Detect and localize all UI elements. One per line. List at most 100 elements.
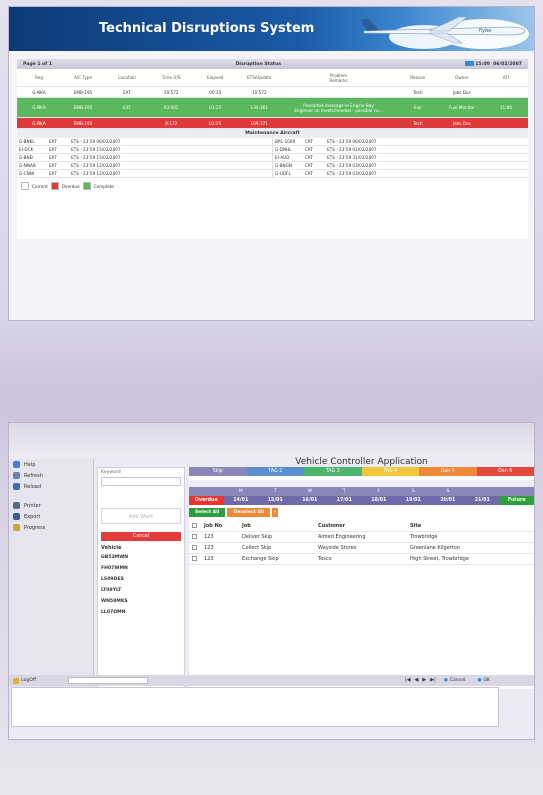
first-page-icon[interactable]: |◀ bbox=[405, 677, 411, 683]
day-button[interactable]: 21/01 bbox=[465, 496, 500, 505]
col-reason: Reason bbox=[410, 75, 426, 80]
cell: Prompted message in Engine Bay Engineer o… bbox=[281, 103, 396, 113]
maintenance-row[interactable]: G-DNHL CRT ETS - 23:59 01/02/2007 bbox=[273, 146, 528, 154]
tab-dan-5[interactable]: Dan 5 bbox=[419, 467, 477, 476]
vca-title: Vehicle Controller Application bbox=[295, 457, 428, 467]
nav-label: Progress bbox=[24, 524, 46, 531]
day-button[interactable]: 20/01 bbox=[430, 496, 465, 505]
cell: Tech bbox=[413, 89, 423, 95]
notes-box[interactable] bbox=[11, 687, 499, 727]
vehicle-item[interactable]: LS09DES bbox=[98, 575, 184, 586]
maintenance-row[interactable]: G-NNAB EXT ETS - 23:59 12/02/2007 bbox=[17, 162, 272, 170]
maintenance-row[interactable]: EI-AUD CRT ETS - 23:59 31/01/2007 bbox=[273, 154, 528, 162]
day-button[interactable]: Future bbox=[499, 496, 534, 505]
maintenance-row[interactable]: BRL 100R CRT ETS - 23:59 06/02/2007 bbox=[273, 138, 528, 146]
nav-item-help[interactable]: Help bbox=[9, 459, 93, 470]
cell: 00:35 bbox=[209, 89, 222, 95]
day-button[interactable]: 16/01 bbox=[292, 496, 327, 505]
vehicle-item[interactable]: GB53MWN bbox=[98, 553, 184, 564]
cell: 10:572 bbox=[163, 89, 179, 95]
nav-label: Refresh bbox=[24, 472, 43, 479]
job-checkbox[interactable] bbox=[192, 544, 197, 550]
job-row[interactable]: 123 Collect Skip Wayside Stores Greenlane K… bbox=[189, 543, 534, 554]
horizontal-scrollbar[interactable] bbox=[189, 480, 534, 487]
maintenance-row[interactable]: G-BNGN CRT ETS - 23:59 03/02/2007 bbox=[273, 162, 528, 170]
select-all-button[interactable]: Select All bbox=[189, 508, 226, 517]
next-page-icon[interactable]: ▶ bbox=[422, 677, 426, 683]
svg-text:flybe: flybe bbox=[479, 28, 491, 34]
tds-banner: Technical Disruptions System flybe bbox=[9, 7, 534, 51]
cancel-vehicle-button[interactable]: Cancel bbox=[101, 532, 181, 541]
tab-tag-3[interactable]: TAG 3 bbox=[304, 467, 362, 476]
col-problem: Problem Remarks bbox=[329, 72, 348, 83]
nav-item-refresh[interactable]: Refresh bbox=[9, 470, 93, 481]
job-checkbox[interactable] bbox=[192, 555, 197, 561]
maintenance-cell: CRT bbox=[305, 139, 314, 144]
day-button[interactable]: 14/01 bbox=[223, 496, 258, 505]
tab-tag-2[interactable]: TAG 2 bbox=[246, 467, 304, 476]
maintenance-cell: G-BNEI bbox=[19, 155, 34, 160]
nav-label: Printer bbox=[24, 502, 41, 509]
add-work-button[interactable]: Add Work bbox=[101, 508, 181, 524]
col-actype: A/C Type bbox=[73, 75, 93, 80]
cell: Jobs Doc bbox=[452, 89, 471, 95]
day-button[interactable]: 17/01 bbox=[327, 496, 362, 505]
legend-complete-swatch bbox=[82, 182, 91, 190]
maintenance-cell: G-DNHL bbox=[275, 147, 292, 152]
maintenance-row[interactable]: G-BNEI EXT ETS - 23:59 15/02/2007 bbox=[17, 154, 272, 162]
vehicle-item[interactable]: LL07DMN bbox=[98, 608, 184, 619]
maintenance-cell: G-BNGN bbox=[275, 163, 292, 168]
cell: EMB-195 bbox=[73, 105, 93, 110]
vehicle-item[interactable]: WN58MKS bbox=[98, 597, 184, 608]
maintenance-row[interactable]: G-CNNI EXT ETS - 23:59 12/02/2007 bbox=[17, 170, 272, 178]
ok-button[interactable]: ● OK bbox=[473, 677, 494, 683]
day-letter: T bbox=[327, 487, 362, 496]
day-letter: T bbox=[258, 487, 293, 496]
col-elapsed: Elapsed bbox=[206, 75, 224, 80]
tab-tag-4[interactable]: TAG 4 bbox=[361, 467, 419, 476]
legend-current-swatch bbox=[21, 182, 29, 190]
deselect-all-button[interactable]: Deselect All bbox=[227, 508, 271, 517]
logoff-button[interactable]: LogOff bbox=[9, 677, 40, 684]
day-button[interactable]: 15/01 bbox=[258, 496, 293, 505]
vehicle-item[interactable]: FH07WMN bbox=[98, 564, 184, 575]
disruption-row[interactable]: G-NKA EMB-195 EXT 03:002 01:25 134:361 Prompte… bbox=[17, 98, 528, 118]
maintenance-row[interactable]: G-UDFL CRT ETS - 23:59 03/02/2007 bbox=[273, 170, 528, 178]
vehicle-item[interactable]: LT08YLT bbox=[98, 586, 184, 597]
keyword-input[interactable] bbox=[101, 477, 181, 486]
vehicle-header: Vehicle bbox=[101, 545, 122, 551]
select-all-checkbox[interactable] bbox=[192, 522, 197, 528]
maintenance-cell: ETS - 23:59 03/02/2007 bbox=[327, 163, 377, 168]
day-letter bbox=[189, 487, 224, 496]
table-header-row: Reg A/C Type Location Time U/S Elapsed E… bbox=[17, 69, 528, 87]
job-row[interactable]: 123 Exchange Skip Tesco High Street, Trowbr… bbox=[189, 554, 534, 565]
job-row[interactable]: 123 Deliver Skip Aimed Engineering Trowbrid… bbox=[189, 532, 534, 543]
nav-item-progress[interactable]: Progress bbox=[9, 522, 93, 533]
cancel-button[interactable]: ● Cancel bbox=[440, 677, 470, 683]
prev-page-icon[interactable]: ◀ bbox=[415, 677, 419, 683]
day-button[interactable]: Overdue bbox=[189, 496, 224, 505]
day-button[interactable]: 19/01 bbox=[396, 496, 431, 505]
tab-dan-6[interactable]: Dan 6 bbox=[476, 467, 534, 476]
disruption-sheet: Page 1 of 1 Disruption Status 15:00 06/0… bbox=[17, 59, 528, 239]
nav-item-printer[interactable]: Printer bbox=[9, 500, 93, 511]
key-icon bbox=[13, 677, 19, 684]
last-page-icon[interactable]: ▶| bbox=[430, 677, 436, 683]
minus-icon[interactable]: - bbox=[272, 508, 278, 517]
maintenance-row[interactable]: EI-DCK EXT ETS - 23:59 15/02/2007 bbox=[17, 146, 272, 154]
day-button[interactable]: 18/01 bbox=[361, 496, 396, 505]
nav-item-reload[interactable]: Reload bbox=[9, 481, 93, 492]
cell: EXT bbox=[123, 89, 132, 95]
maintenance-cell: ETS - 23:59 15/02/2007 bbox=[71, 147, 121, 152]
disruption-row[interactable]: G-NKA EMB-195 EXT 10:572 00:35 10:572 Tech Jobs… bbox=[17, 87, 528, 98]
nav-item-export[interactable]: Export bbox=[9, 511, 93, 522]
disruption-row[interactable]: G-NKA EMB-195 9:172 01:25 109:371 Tech Jobs Do… bbox=[17, 118, 528, 129]
col-site: Site bbox=[410, 523, 422, 529]
tab-skip[interactable]: Skip bbox=[189, 467, 247, 476]
nav-sidebar: Help Refresh Reload Printer Export Progress bbox=[9, 459, 94, 709]
maintenance-row[interactable]: G-BNKL EXT ETS - 23:59 06/02/2007 bbox=[17, 138, 272, 146]
job-checkbox[interactable] bbox=[192, 533, 197, 539]
cell: Tech bbox=[413, 120, 423, 126]
refresh-icon bbox=[13, 472, 20, 479]
maintenance-cell: EI-AUD bbox=[275, 155, 290, 160]
